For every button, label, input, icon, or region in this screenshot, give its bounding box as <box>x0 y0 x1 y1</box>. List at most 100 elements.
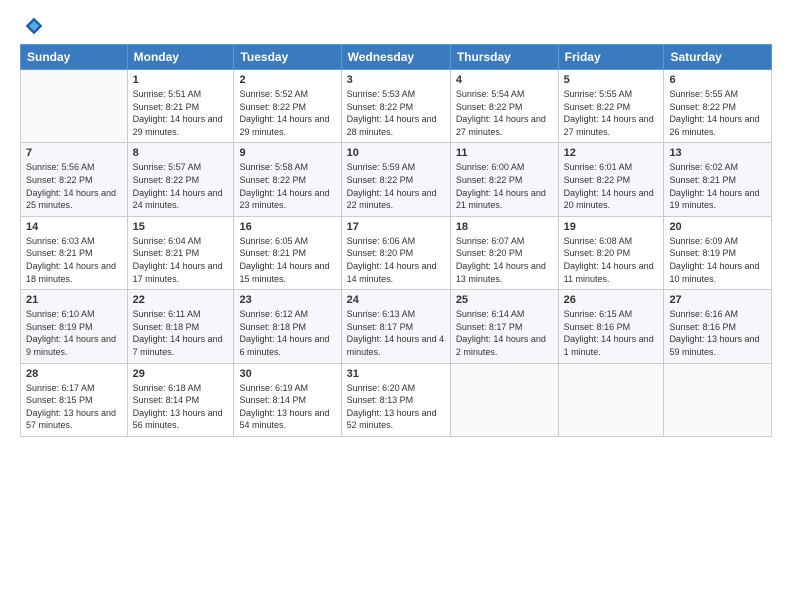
calendar-header-monday: Monday <box>127 45 234 70</box>
calendar-cell: 19Sunrise: 6:08 AMSunset: 8:20 PMDayligh… <box>558 216 664 289</box>
calendar-cell: 24 Sunrise: 6:13 AMSunset: 8:17 PMDayligh… <box>341 290 450 363</box>
day-info: Sunrise: 5:51 AMSunset: 8:21 PMDaylight:… <box>133 88 229 138</box>
calendar-cell: 31 Sunrise: 6:20 AMSunset: 8:13 PMDayligh… <box>341 363 450 436</box>
day-info: Sunrise: 6:07 AMSunset: 8:20 PMDaylight:… <box>456 235 553 285</box>
day-number: 9 <box>239 147 335 159</box>
day-number: 10 <box>347 147 445 159</box>
calendar-cell: 20Sunrise: 6:09 AMSunset: 8:19 PMDayligh… <box>664 216 772 289</box>
calendar-cell: 6 Sunrise: 5:55 AMSunset: 8:22 PMDaylight… <box>664 70 772 143</box>
calendar-cell: 15 Sunrise: 6:04 AMSunset: 8:21 PMDayligh… <box>127 216 234 289</box>
calendar-cell <box>558 363 664 436</box>
calendar-cell: 1 Sunrise: 5:51 AMSunset: 8:21 PMDaylight… <box>127 70 234 143</box>
day-number: 21 <box>26 294 122 306</box>
calendar-header-sunday: Sunday <box>21 45 128 70</box>
day-number: 7 <box>26 147 122 159</box>
day-info: Sunrise: 5:55 AMSunset: 8:22 PMDaylight:… <box>669 88 766 138</box>
day-number: 25 <box>456 294 553 306</box>
day-info: Sunrise: 5:53 AMSunset: 8:22 PMDaylight:… <box>347 88 445 138</box>
day-number: 26 <box>564 294 659 306</box>
calendar-cell: 3 Sunrise: 5:53 AMSunset: 8:22 PMDaylight… <box>341 70 450 143</box>
day-number: 11 <box>456 147 553 159</box>
calendar-cell: 13 Sunrise: 6:02 AMSunset: 8:21 PMDayligh… <box>664 143 772 216</box>
calendar-cell: 29Sunrise: 6:18 AMSunset: 8:14 PMDayligh… <box>127 363 234 436</box>
day-number: 14 <box>26 221 122 233</box>
day-number: 15 <box>133 221 229 233</box>
calendar-cell: 8Sunrise: 5:57 AMSunset: 8:22 PMDaylight… <box>127 143 234 216</box>
calendar-header-row: SundayMondayTuesdayWednesdayThursdayFrid… <box>21 45 772 70</box>
calendar-cell: 28 Sunrise: 6:17 AMSunset: 8:15 PMDayligh… <box>21 363 128 436</box>
calendar-header-saturday: Saturday <box>664 45 772 70</box>
day-number: 16 <box>239 221 335 233</box>
day-info: Sunrise: 5:58 AMSunset: 8:22 PMDaylight:… <box>239 161 335 211</box>
day-info: Sunrise: 6:15 AMSunset: 8:16 PMDaylight:… <box>564 308 659 358</box>
calendar-cell: 5 Sunrise: 5:55 AMSunset: 8:22 PMDaylight… <box>558 70 664 143</box>
day-number: 30 <box>239 368 335 380</box>
calendar-table: SundayMondayTuesdayWednesdayThursdayFrid… <box>20 44 772 437</box>
day-number: 2 <box>239 74 335 86</box>
calendar-cell: 22 Sunrise: 6:11 AMSunset: 8:18 PMDayligh… <box>127 290 234 363</box>
day-number: 31 <box>347 368 445 380</box>
calendar-week-row: 28 Sunrise: 6:17 AMSunset: 8:15 PMDayligh… <box>21 363 772 436</box>
calendar-cell: 27 Sunrise: 6:16 AMSunset: 8:16 PMDayligh… <box>664 290 772 363</box>
day-info: Sunrise: 6:03 AMSunset: 8:21 PMDaylight:… <box>26 235 122 285</box>
day-number: 1 <box>133 74 229 86</box>
day-number: 18 <box>456 221 553 233</box>
calendar-cell: 25Sunrise: 6:14 AMSunset: 8:17 PMDayligh… <box>450 290 558 363</box>
day-number: 6 <box>669 74 766 86</box>
calendar-cell <box>664 363 772 436</box>
day-info: Sunrise: 5:52 AMSunset: 8:22 PMDaylight:… <box>239 88 335 138</box>
day-info: Sunrise: 6:19 AMSunset: 8:14 PMDaylight:… <box>239 382 335 432</box>
day-number: 5 <box>564 74 659 86</box>
calendar-cell: 2 Sunrise: 5:52 AMSunset: 8:22 PMDaylight… <box>234 70 341 143</box>
calendar-cell: 26 Sunrise: 6:15 AMSunset: 8:16 PMDayligh… <box>558 290 664 363</box>
day-info: Sunrise: 6:12 AMSunset: 8:18 PMDaylight:… <box>239 308 335 358</box>
day-number: 3 <box>347 74 445 86</box>
calendar-cell: 16 Sunrise: 6:05 AMSunset: 8:21 PMDayligh… <box>234 216 341 289</box>
day-info: Sunrise: 6:04 AMSunset: 8:21 PMDaylight:… <box>133 235 229 285</box>
day-number: 17 <box>347 221 445 233</box>
day-info: Sunrise: 6:05 AMSunset: 8:21 PMDaylight:… <box>239 235 335 285</box>
header <box>20 16 772 36</box>
logo-icon <box>24 16 44 36</box>
calendar-cell: 21 Sunrise: 6:10 AMSunset: 8:19 PMDayligh… <box>21 290 128 363</box>
day-info: Sunrise: 5:56 AMSunset: 8:22 PMDaylight:… <box>26 161 122 211</box>
calendar-cell: 10 Sunrise: 5:59 AMSunset: 8:22 PMDayligh… <box>341 143 450 216</box>
day-info: Sunrise: 5:54 AMSunset: 8:22 PMDaylight:… <box>456 88 553 138</box>
day-info: Sunrise: 5:55 AMSunset: 8:22 PMDaylight:… <box>564 88 659 138</box>
day-number: 29 <box>133 368 229 380</box>
calendar-cell: 12Sunrise: 6:01 AMSunset: 8:22 PMDayligh… <box>558 143 664 216</box>
calendar-header-thursday: Thursday <box>450 45 558 70</box>
day-info: Sunrise: 6:17 AMSunset: 8:15 PMDaylight:… <box>26 382 122 432</box>
calendar-cell <box>21 70 128 143</box>
day-info: Sunrise: 6:06 AMSunset: 8:20 PMDaylight:… <box>347 235 445 285</box>
day-number: 24 <box>347 294 445 306</box>
day-info: Sunrise: 6:11 AMSunset: 8:18 PMDaylight:… <box>133 308 229 358</box>
calendar-cell: 14 Sunrise: 6:03 AMSunset: 8:21 PMDayligh… <box>21 216 128 289</box>
calendar-cell: 9 Sunrise: 5:58 AMSunset: 8:22 PMDaylight… <box>234 143 341 216</box>
day-info: Sunrise: 6:16 AMSunset: 8:16 PMDaylight:… <box>669 308 766 358</box>
day-number: 23 <box>239 294 335 306</box>
day-info: Sunrise: 5:59 AMSunset: 8:22 PMDaylight:… <box>347 161 445 211</box>
day-info: Sunrise: 6:09 AMSunset: 8:19 PMDaylight:… <box>669 235 766 285</box>
day-info: Sunrise: 6:08 AMSunset: 8:20 PMDaylight:… <box>564 235 659 285</box>
day-number: 4 <box>456 74 553 86</box>
day-info: Sunrise: 6:20 AMSunset: 8:13 PMDaylight:… <box>347 382 445 432</box>
day-info: Sunrise: 6:02 AMSunset: 8:21 PMDaylight:… <box>669 161 766 211</box>
day-number: 27 <box>669 294 766 306</box>
day-number: 28 <box>26 368 122 380</box>
calendar-cell: 18 Sunrise: 6:07 AMSunset: 8:20 PMDayligh… <box>450 216 558 289</box>
calendar-week-row: 7 Sunrise: 5:56 AMSunset: 8:22 PMDaylight… <box>21 143 772 216</box>
calendar-week-row: 21 Sunrise: 6:10 AMSunset: 8:19 PMDayligh… <box>21 290 772 363</box>
calendar-cell <box>450 363 558 436</box>
calendar-header-tuesday: Tuesday <box>234 45 341 70</box>
day-number: 13 <box>669 147 766 159</box>
calendar-week-row: 14 Sunrise: 6:03 AMSunset: 8:21 PMDayligh… <box>21 216 772 289</box>
day-number: 22 <box>133 294 229 306</box>
calendar-cell: 11Sunrise: 6:00 AMSunset: 8:22 PMDayligh… <box>450 143 558 216</box>
day-info: Sunrise: 6:10 AMSunset: 8:19 PMDaylight:… <box>26 308 122 358</box>
day-info: Sunrise: 6:13 AMSunset: 8:17 PMDaylight:… <box>347 308 445 358</box>
calendar-cell: 23 Sunrise: 6:12 AMSunset: 8:18 PMDayligh… <box>234 290 341 363</box>
calendar-header-wednesday: Wednesday <box>341 45 450 70</box>
day-number: 8 <box>133 147 229 159</box>
calendar-cell: 7 Sunrise: 5:56 AMSunset: 8:22 PMDaylight… <box>21 143 128 216</box>
